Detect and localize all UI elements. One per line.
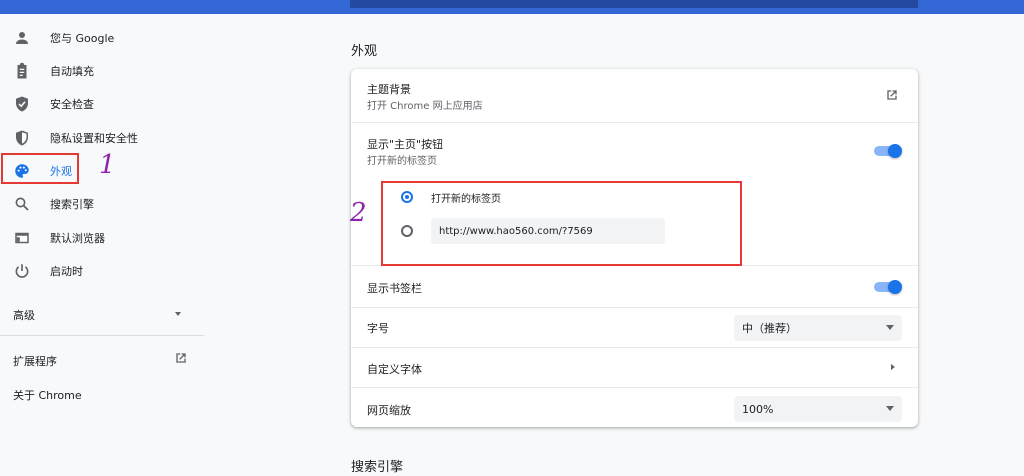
sidebar-item-label: 默认浏览器	[50, 232, 105, 245]
chevron-right-icon	[891, 364, 895, 370]
sidebar-item-default-browser[interactable]: 默认浏览器	[0, 222, 204, 254]
annotation-box-1	[1, 153, 79, 184]
sidebar-item-label: 您与 Google	[50, 32, 115, 45]
about-chrome-label: 关于 Chrome	[13, 389, 82, 402]
home-button-title: 显示"主页"按钮	[367, 138, 444, 151]
shield-icon	[13, 129, 31, 147]
theme-subtitle: 打开 Chrome 网上应用店	[367, 101, 483, 112]
annotation-box-2	[381, 181, 742, 266]
custom-fonts-row[interactable]: 自定义字体	[351, 347, 918, 387]
theme-row[interactable]: 主题背景 打开 Chrome 网上应用店	[351, 69, 918, 122]
sidebar-item-on-startup[interactable]: 启动时	[0, 255, 204, 287]
page-zoom-title: 网页缩放	[367, 404, 411, 417]
page-zoom-value: 100%	[742, 402, 774, 416]
sidebar-item-extensions[interactable]: 扩展程序	[13, 350, 191, 370]
sidebar-item-label: 启动时	[50, 265, 83, 278]
chevron-down-icon	[175, 312, 181, 316]
browser-icon	[13, 229, 31, 247]
sidebar-item-you-and-google[interactable]: 您与 Google	[0, 22, 204, 54]
dropdown-arrow-icon	[886, 406, 894, 411]
sidebar: 您与 Google 自动填充 安全检查 隐私设置和安全性 外观 搜索引擎 默认浏…	[0, 14, 204, 476]
advanced-label: 高级	[13, 309, 35, 322]
person-icon	[13, 29, 31, 47]
search-engine-section-title: 搜索引擎	[351, 460, 404, 475]
search-icon	[13, 195, 31, 213]
sidebar-item-autofill[interactable]: 自动填充	[0, 55, 204, 87]
font-size-value: 中（推荐）	[742, 322, 797, 335]
clipboard-icon	[13, 62, 31, 80]
extensions-label: 扩展程序	[13, 355, 57, 368]
page-zoom-select[interactable]: 100%	[734, 396, 902, 422]
open-in-new-icon	[173, 350, 189, 370]
theme-title: 主题背景	[367, 83, 411, 96]
sidebar-item-label: 隐私设置和安全性	[50, 132, 138, 145]
sidebar-item-label: 搜索引擎	[50, 198, 94, 211]
top-header-bar	[0, 0, 1024, 14]
annotation-number-1: 1	[99, 150, 116, 180]
bookmarks-bar-toggle[interactable]	[874, 280, 902, 294]
sidebar-item-label: 安全检查	[50, 98, 94, 111]
annotation-number-2: 2	[350, 198, 367, 228]
appearance-section-title: 外观	[351, 44, 378, 59]
sidebar-item-about-chrome[interactable]: 关于 Chrome	[13, 384, 82, 403]
font-size-title: 字号	[367, 322, 389, 335]
font-size-select[interactable]: 中（推荐）	[734, 315, 902, 341]
custom-fonts-title: 自定义字体	[367, 363, 422, 376]
power-icon	[13, 262, 31, 280]
sidebar-divider	[0, 335, 204, 336]
shield-check-icon	[13, 95, 31, 113]
home-button-toggle[interactable]	[874, 144, 902, 158]
sidebar-item-search-engine[interactable]: 搜索引擎	[0, 188, 204, 220]
header-search-area	[350, 0, 918, 8]
bookmarks-bar-row: 显示书签栏	[351, 265, 918, 307]
sidebar-item-label: 自动填充	[50, 65, 94, 78]
open-in-new-icon[interactable]	[884, 87, 900, 107]
advanced-toggle[interactable]: 高级	[13, 304, 191, 322]
home-button-subtitle: 打开新的标签页	[367, 156, 437, 167]
page-zoom-row: 网页缩放 100%	[351, 387, 918, 427]
dropdown-arrow-icon	[886, 325, 894, 330]
bookmarks-bar-title: 显示书签栏	[367, 282, 422, 295]
font-size-row: 字号 中（推荐）	[351, 307, 918, 347]
sidebar-item-safety-check[interactable]: 安全检查	[0, 88, 204, 120]
